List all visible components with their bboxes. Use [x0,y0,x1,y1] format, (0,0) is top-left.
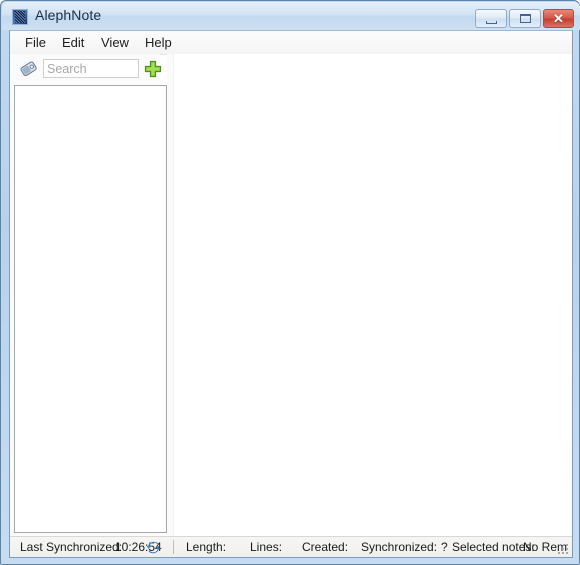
status-separator [173,540,174,554]
synchronized-value: ? [441,540,448,554]
window-title: AlephNote [35,7,102,23]
tag-icon[interactable] [20,60,38,77]
add-note-button[interactable] [143,59,163,79]
synchronized-label: Synchronized: [361,540,438,554]
resize-grip[interactable] [558,544,570,556]
note-editor[interactable] [173,54,572,536]
menu-item-view[interactable]: View [94,34,136,52]
search-input[interactable] [43,59,139,78]
search-bar [10,54,163,83]
close-icon: ✕ [553,11,564,26]
menu-bar: File Edit View Help [10,31,572,55]
close-button[interactable]: ✕ [543,9,574,28]
lines-label: Lines: [250,540,283,554]
app-logo-icon [12,9,28,25]
note-list[interactable] [14,85,167,533]
menu-item-file[interactable]: File [18,34,53,52]
title-bar[interactable]: AlephNote ✕ [2,2,580,30]
minimize-button[interactable] [475,9,507,28]
menu-item-help[interactable]: Help [138,34,179,52]
maximize-icon [520,14,531,23]
status-bar: Last Synchronized: 10:26:54 Length: Line… [10,536,572,557]
minimize-icon [486,21,497,24]
maximize-button[interactable] [509,9,541,28]
length-label: Length: [186,540,227,554]
menu-item-edit[interactable]: Edit [55,34,91,52]
client-area: File Edit View Help Search Last Synchron… [9,30,573,558]
application-window: AlephNote ✕ File Edit View Help Search L… [0,0,580,565]
sync-refresh-icon[interactable] [146,540,161,555]
created-label: Created: [302,540,349,554]
last-synchronized-label: Last Synchronized: [20,540,123,554]
note-list-panel [10,54,167,536]
